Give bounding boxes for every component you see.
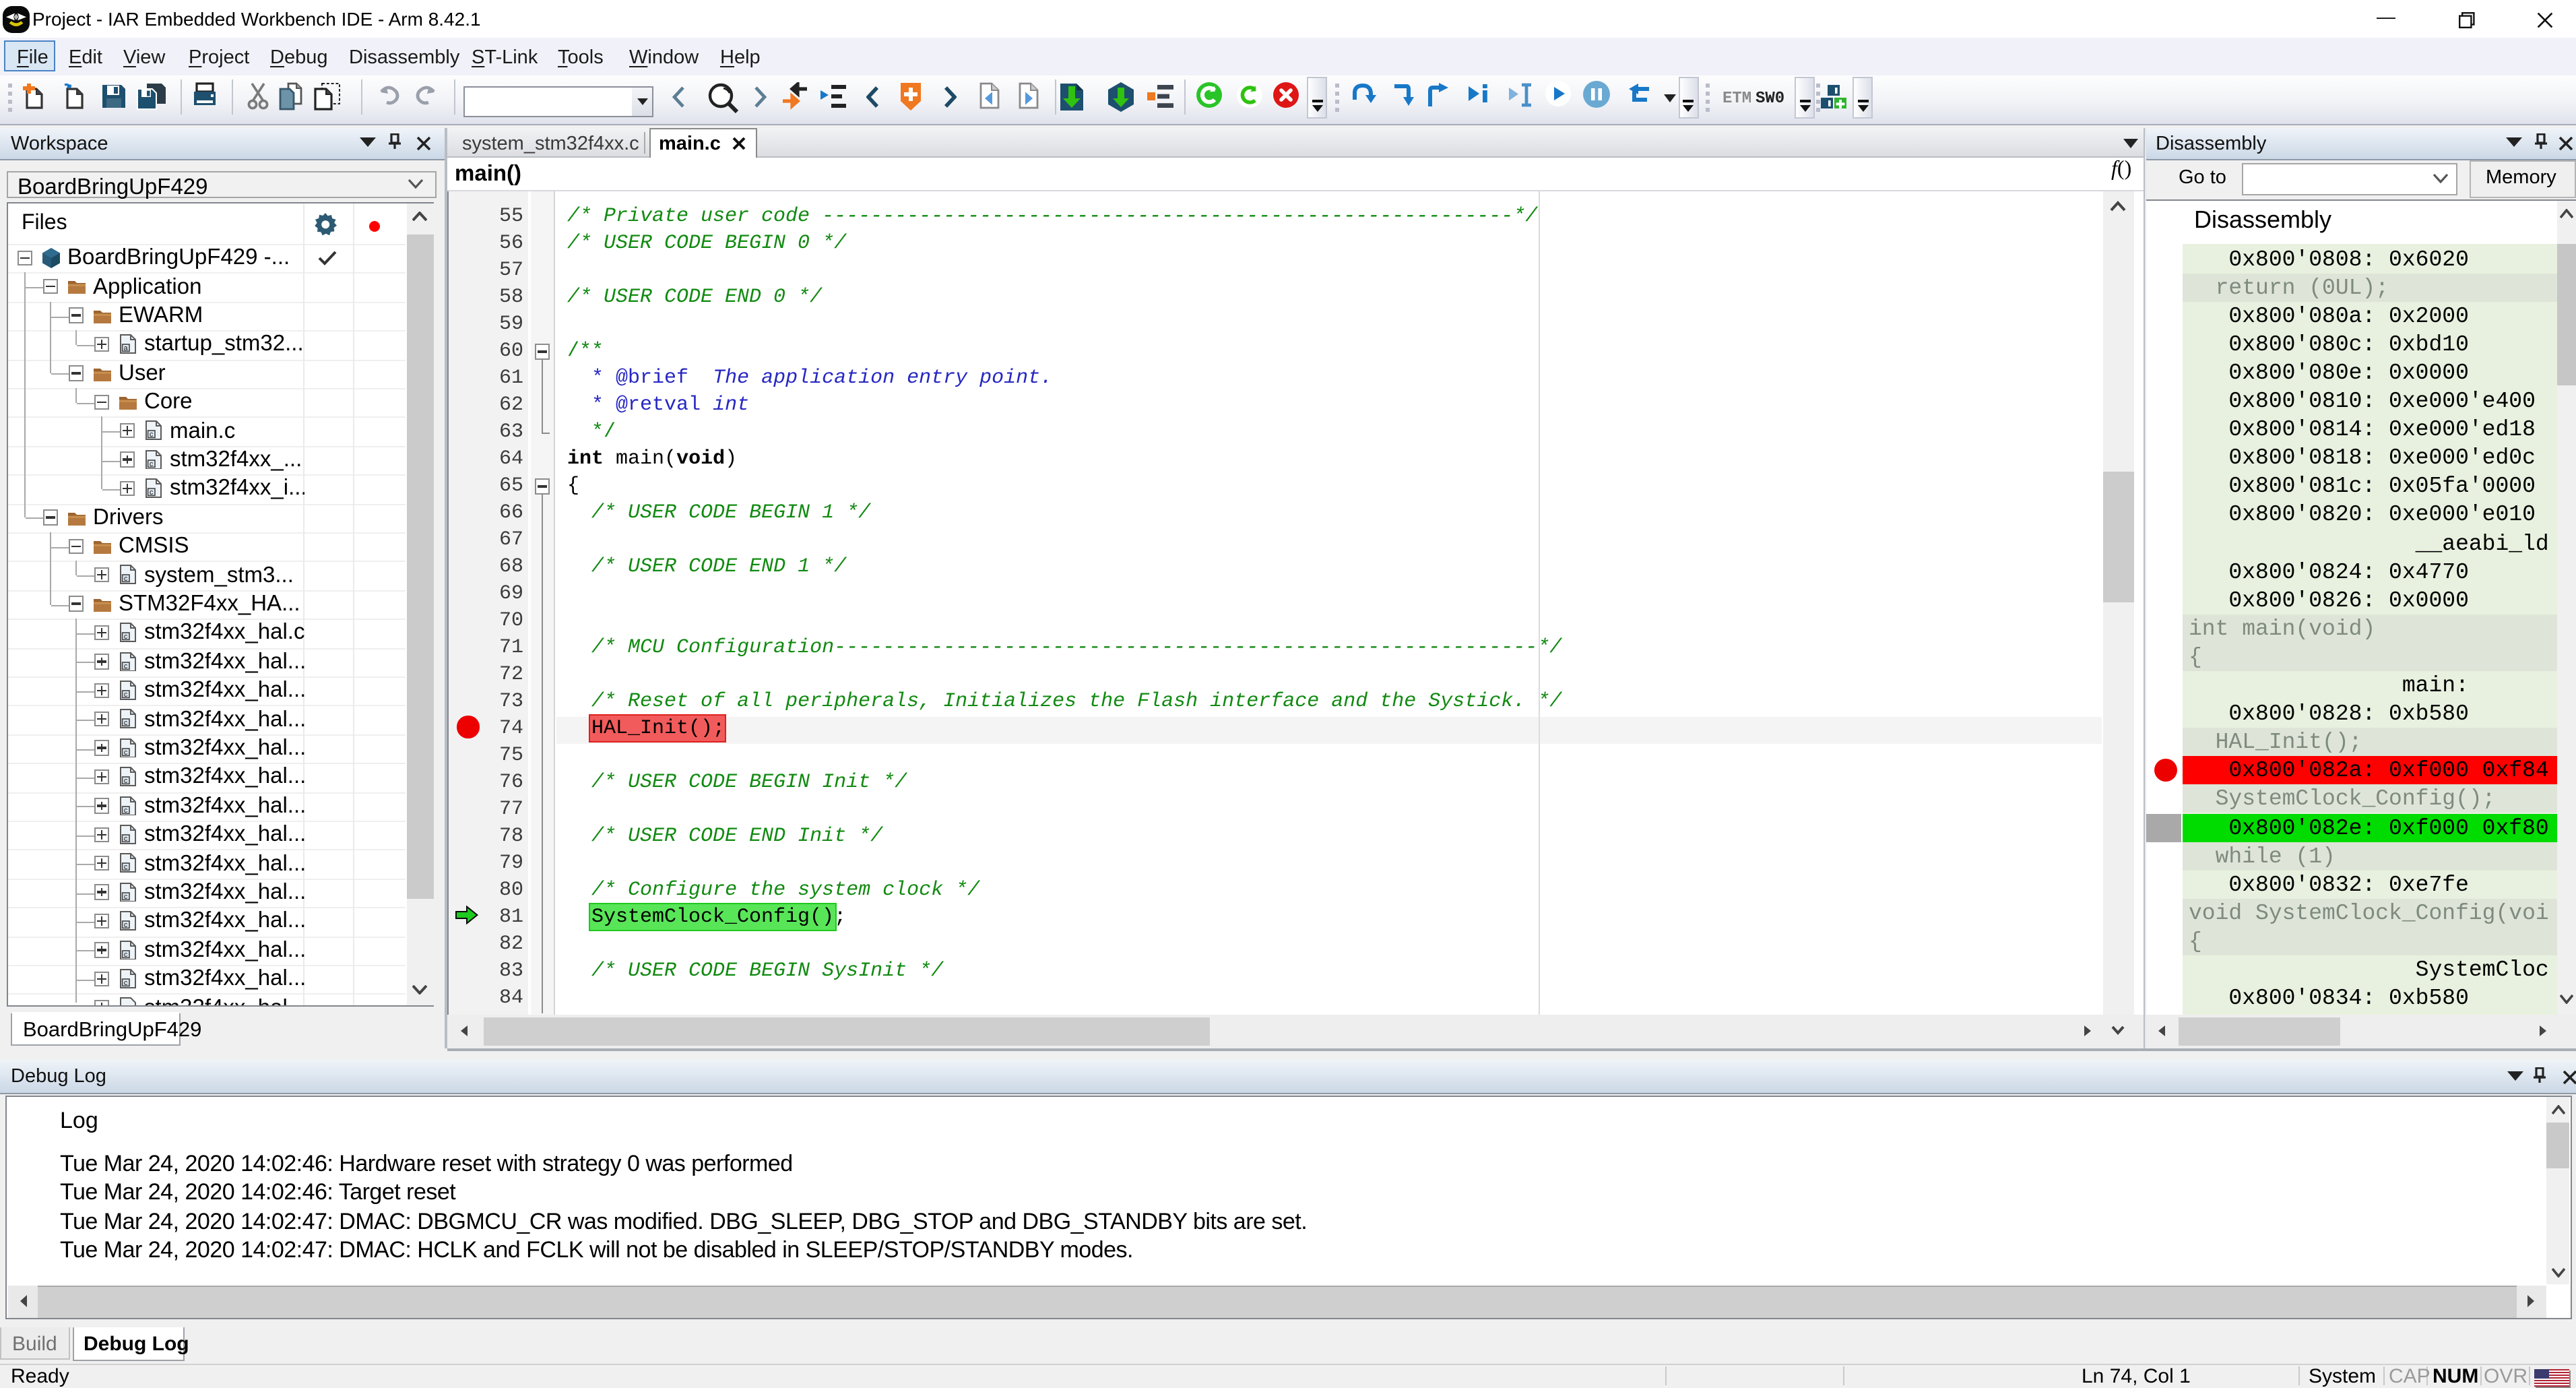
svg-text:c: c: [123, 835, 127, 843]
svg-text:a: a: [123, 344, 128, 352]
svg-text:c: c: [123, 950, 127, 958]
svg-text:c: c: [149, 488, 153, 497]
svg-text:c: c: [123, 749, 127, 757]
svg-text:c: c: [123, 720, 127, 728]
svg-text:c: c: [123, 633, 127, 641]
svg-text:c: c: [149, 431, 153, 439]
svg-text:c: c: [149, 460, 153, 468]
svg-text:c: c: [123, 806, 127, 814]
svg-text:c: c: [123, 893, 127, 901]
svg-text:c: c: [123, 921, 127, 929]
svg-text:c: c: [123, 864, 127, 872]
svg-text:c: c: [123, 662, 127, 670]
svg-text:c: c: [123, 777, 127, 785]
svg-text:c: c: [123, 691, 127, 699]
svg-text:c: c: [123, 979, 127, 987]
svg-text:c: c: [123, 575, 127, 583]
